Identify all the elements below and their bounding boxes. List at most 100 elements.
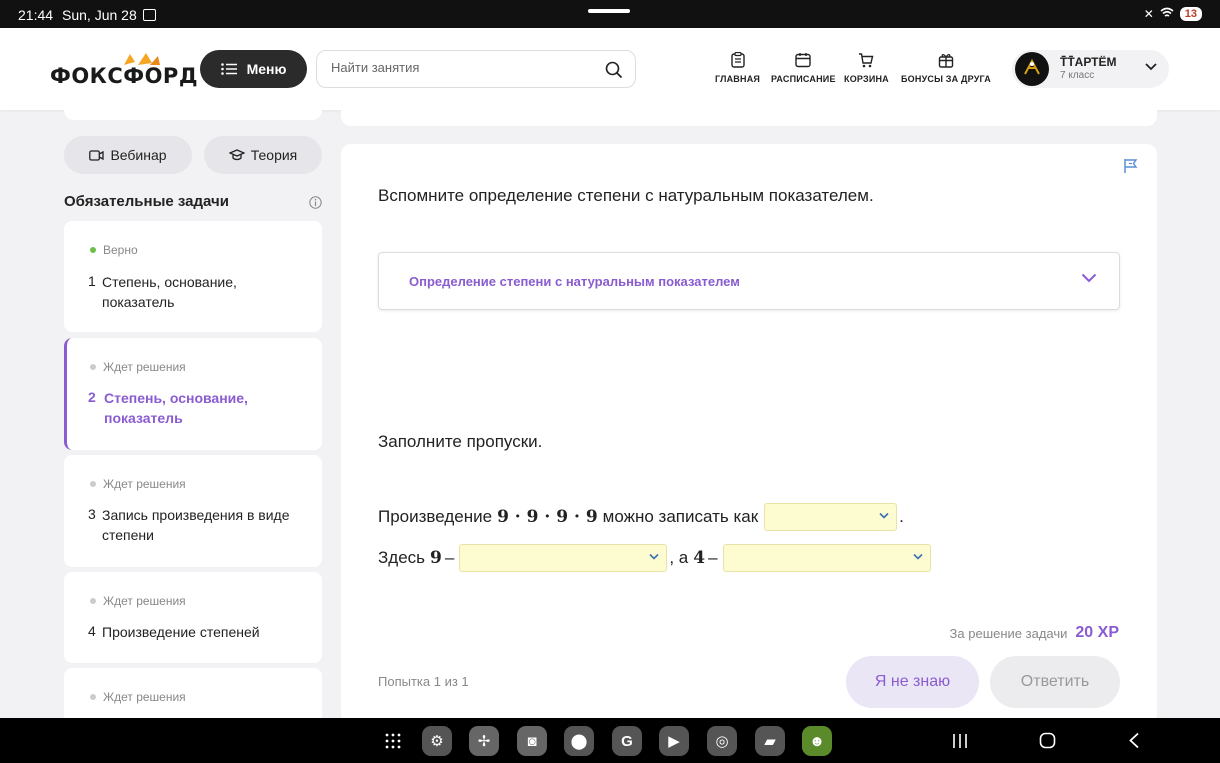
nav-schedule-label: РАСПИСАНИЕ xyxy=(771,74,836,84)
task-status: Ждет решения xyxy=(90,594,186,608)
google-app-icon[interactable]: G xyxy=(612,726,642,756)
mute-icon: ✕ xyxy=(1143,7,1154,21)
base-term-select[interactable] xyxy=(459,544,668,572)
webinar-label: Вебинар xyxy=(110,147,167,163)
attempt-counter: Попытка 1 из 1 xyxy=(378,674,469,689)
notes-app-icon[interactable]: ▰ xyxy=(755,726,785,756)
status-dot xyxy=(90,364,96,370)
status-dot xyxy=(90,247,96,253)
theory-label: Теория xyxy=(250,147,298,163)
home-icon[interactable] xyxy=(1039,732,1056,749)
gift-icon xyxy=(938,54,954,68)
sentence-line-2: Здесь 9 – , а 4 – xyxy=(378,544,933,572)
sentence-line-1: Произведение 9 · 9 · 9 · 9 можно записат… xyxy=(378,503,904,531)
app-header: ФОКСФОРД Меню ГЛАВНАЯ РАСПИСАНИЕ КОРЗИНА… xyxy=(0,28,1220,110)
foxford-logo[interactable]: ФОКСФОРД xyxy=(50,64,198,88)
nav-cart[interactable]: КОРЗИНА xyxy=(844,52,889,84)
line1-suffix: можно записать как xyxy=(602,507,759,526)
settings-app-icon[interactable]: ⚙ xyxy=(422,726,452,756)
battery-icon: 13 xyxy=(1179,7,1202,21)
task-name: Степень, основание, показатель xyxy=(102,274,237,310)
android-nav-bar: ⚙ ✢ ◙ ⬤ G ▶ ◎ ▰ ☻ xyxy=(0,718,1220,763)
fox-ears-icon xyxy=(124,53,160,65)
screenshot-icon xyxy=(143,9,156,21)
status-dot xyxy=(90,481,96,487)
reward-label: За решение задачи xyxy=(949,625,1068,641)
menu-button[interactable]: Меню xyxy=(200,50,307,88)
status-bar: 21:44 Sun, Jun 28 ✕ 13 xyxy=(0,0,1220,28)
clipboard-icon xyxy=(730,52,745,68)
game-app-icon[interactable]: ☻ xyxy=(802,726,832,756)
recents-icon[interactable] xyxy=(952,733,968,749)
line2-prefix: Здесь xyxy=(378,548,425,567)
dash: – xyxy=(708,548,718,567)
user-grade: 7 класс xyxy=(1060,70,1095,81)
reward-info: За решение задачи 20 XP xyxy=(950,624,1119,642)
task-item-3[interactable]: Ждет решения 3 Запись произведения в вид… xyxy=(64,455,322,567)
task-status: Ждет решения xyxy=(90,360,186,374)
math-base: 9 xyxy=(430,548,442,568)
wifi-icon xyxy=(1160,7,1174,21)
list-icon xyxy=(220,63,237,75)
task-panel: Вспомните определение степени с натураль… xyxy=(341,144,1157,724)
app-grid-icon[interactable] xyxy=(385,733,401,749)
dont-know-button[interactable]: Я не знаю xyxy=(846,656,979,708)
status-date: Sun, Jun 28 xyxy=(62,7,137,23)
status-dot xyxy=(90,598,96,604)
line2-mid: , а xyxy=(669,548,689,567)
required-tasks-title: Обязательные задачи xyxy=(64,193,229,210)
graduation-cap-icon xyxy=(228,149,245,161)
back-icon[interactable] xyxy=(1128,732,1140,749)
cart-icon xyxy=(859,53,874,68)
task-name: Запись произведения в виде степени xyxy=(102,507,290,543)
menu-label: Меню xyxy=(246,61,287,77)
video-icon xyxy=(89,149,105,161)
nav-cart-label: КОРЗИНА xyxy=(844,74,889,84)
search-icon[interactable] xyxy=(605,61,623,79)
calendar-icon xyxy=(795,53,812,68)
task-name: Произведение степеней xyxy=(102,624,260,640)
task-number: 2 xyxy=(88,389,96,405)
status-dot xyxy=(90,694,96,700)
task-name: Степень, основание, показатель xyxy=(104,390,248,426)
task-item-1[interactable]: Верно 1 Степень, основание, показатель xyxy=(64,221,322,332)
nav-bonus[interactable]: БОНУСЫ ЗА ДРУГА xyxy=(901,52,991,84)
math-product: 9 · 9 · 9 · 9 xyxy=(497,507,598,527)
play-store-app-icon[interactable]: ▶ xyxy=(659,726,689,756)
nav-bonus-label: БОНУСЫ ЗА ДРУГА xyxy=(901,74,991,84)
user-menu[interactable]: Ṫ̈Ṫ̈АРТЁМ 7 класс xyxy=(1012,50,1169,88)
task-item-4[interactable]: Ждет решения 4 Произведение степеней xyxy=(64,572,322,663)
task-status: Ждет решения xyxy=(90,690,186,704)
answer-button[interactable]: Ответить xyxy=(990,656,1120,708)
chrome-app-icon[interactable]: ◎ xyxy=(707,726,737,756)
power-select[interactable] xyxy=(764,503,898,531)
nav-home[interactable]: ГЛАВНАЯ xyxy=(715,52,760,84)
system-icons: ✕ 13 xyxy=(1144,7,1202,21)
task-status: Ждет решения xyxy=(90,477,186,491)
info-icon[interactable] xyxy=(309,196,322,209)
flag-icon[interactable] xyxy=(1123,158,1139,174)
search-box[interactable] xyxy=(316,50,636,88)
user-name: Ṫ̈Ṫ̈АРТЁМ xyxy=(1060,55,1117,69)
definition-accordion[interactable]: Определение степени с натуральным показа… xyxy=(378,252,1120,310)
line1-prefix: Произведение xyxy=(378,507,493,526)
task-number: 4 xyxy=(88,623,96,639)
nav-schedule[interactable]: РАСПИСАНИЕ xyxy=(771,52,836,84)
fan-app-icon[interactable]: ✢ xyxy=(469,726,499,756)
chevron-down-icon xyxy=(1145,63,1157,71)
camera-app-icon[interactable]: ◙ xyxy=(517,726,547,756)
question-text: Вспомните определение степени с натураль… xyxy=(378,186,874,205)
dash: – xyxy=(444,548,455,567)
main-top-card xyxy=(341,110,1157,126)
search-input[interactable] xyxy=(331,60,601,75)
math-exponent: 4 xyxy=(693,548,706,568)
fill-blanks-instruction: Заполните пропуски. xyxy=(378,432,543,451)
chevron-down-icon xyxy=(879,512,889,519)
maps-app-icon[interactable]: ⬤ xyxy=(564,726,594,756)
line1-end: . xyxy=(899,507,904,526)
theory-chip[interactable]: Теория xyxy=(204,136,322,174)
camera-pill xyxy=(588,9,630,13)
exponent-term-select[interactable] xyxy=(722,544,931,572)
webinar-chip[interactable]: Вебинар xyxy=(64,136,192,174)
task-item-2[interactable]: Ждет решения 2 Степень, основание, показ… xyxy=(64,338,322,450)
